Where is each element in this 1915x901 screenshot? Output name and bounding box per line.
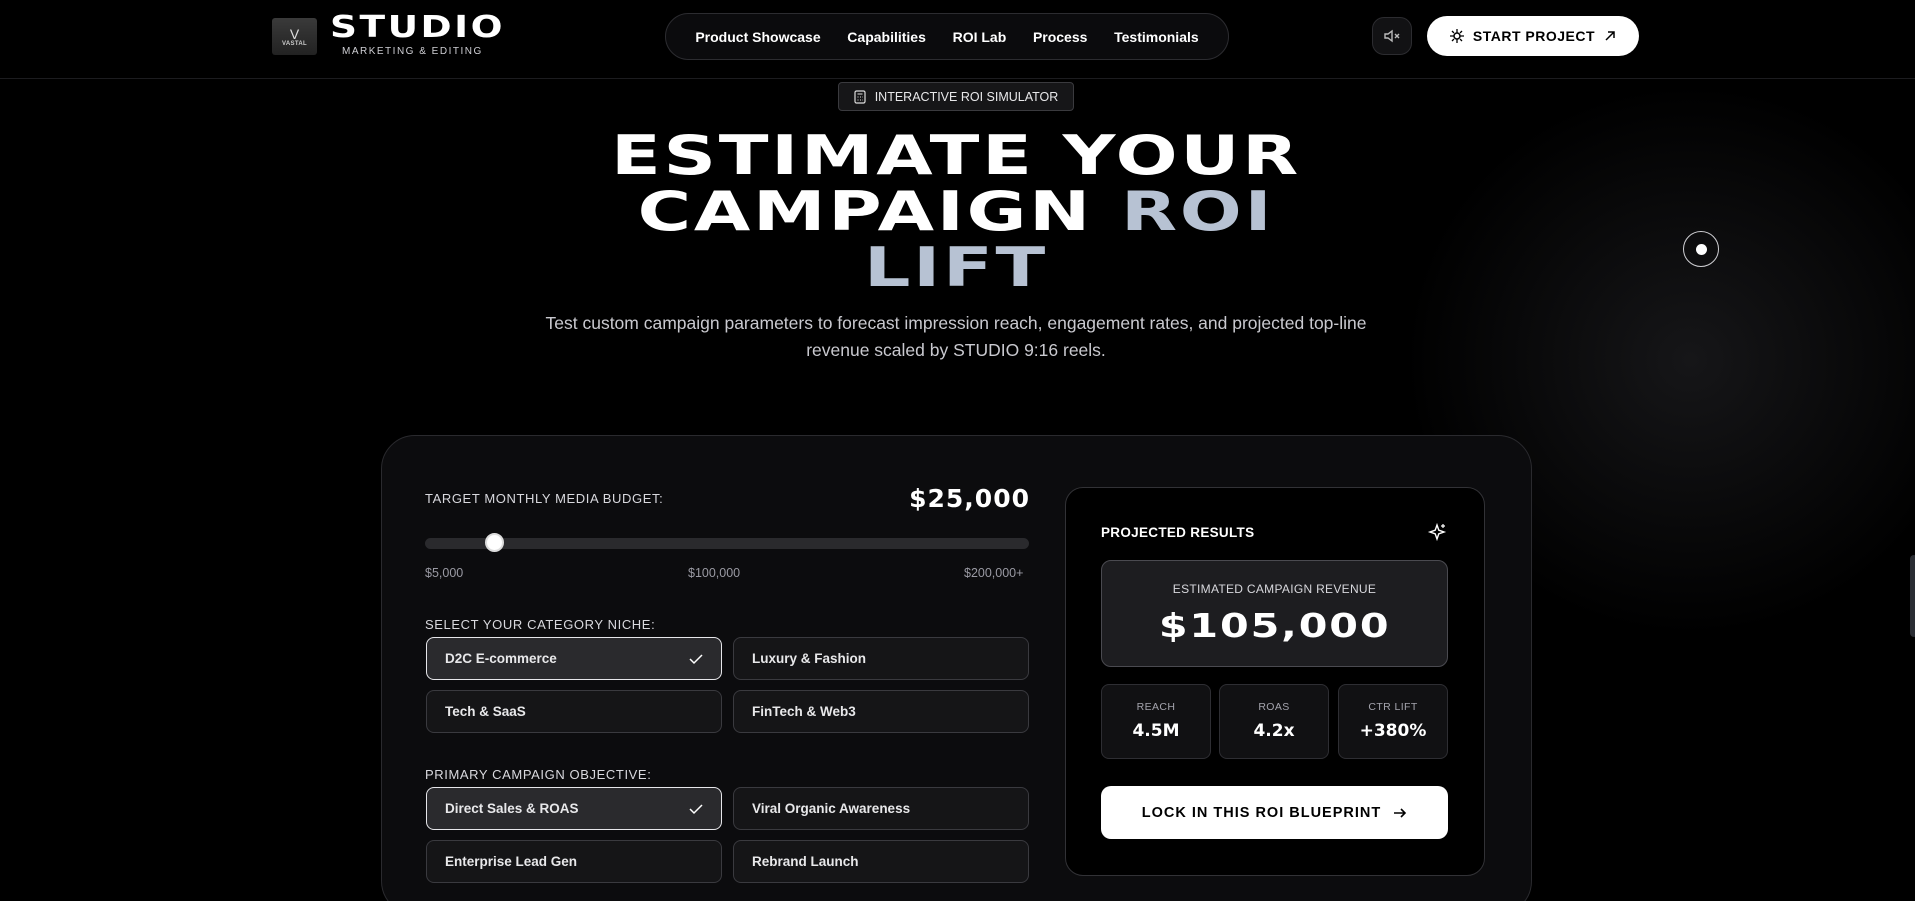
revenue-value: $105,000 — [1158, 606, 1391, 645]
slider-tick-max: $200,000+ — [964, 566, 1024, 580]
title-line-1: ESTIMATE YOUR — [611, 124, 1301, 187]
stat-ctr-lift: CTR LIFT +380% — [1338, 684, 1448, 759]
niche-option-fintech-web3[interactable]: FinTech & Web3 — [733, 690, 1029, 733]
nav-link-roi-lab[interactable]: ROI Lab — [953, 29, 1007, 45]
budget-label: TARGET MONTHLY MEDIA BUDGET: — [425, 491, 664, 506]
objective-option-viral-awareness[interactable]: Viral Organic Awareness — [733, 787, 1029, 830]
niche-option-luxury-fashion[interactable]: Luxury & Fashion — [733, 637, 1029, 680]
logo-mark: V — [289, 25, 300, 42]
niche-option-label: D2C E-commerce — [445, 651, 557, 666]
calculator-icon — [854, 89, 866, 104]
title-word-roi: ROI — [1120, 180, 1275, 243]
stat-value: 4.5M — [1132, 721, 1180, 741]
brand-tagline: MARKETING & EDITING — [342, 46, 483, 57]
page-title: ESTIMATE YOUR CAMPAIGN ROI LIFT — [400, 128, 1512, 296]
nav-link-testimonials[interactable]: Testimonials — [1114, 29, 1199, 45]
stat-reach: REACH 4.5M — [1101, 684, 1211, 759]
sparkle-icon — [1427, 522, 1447, 542]
stat-label: CTR LIFT — [1368, 701, 1418, 713]
roi-simulator-badge: INTERACTIVE ROI SIMULATOR — [838, 82, 1074, 111]
arrow-up-right-icon — [1605, 31, 1615, 41]
objective-option-label: Enterprise Lead Gen — [445, 854, 578, 869]
objective-option-label: Viral Organic Awareness — [752, 801, 911, 816]
logo-sub: VASTAL — [282, 40, 307, 47]
nav-link-capabilities[interactable]: Capabilities — [847, 29, 926, 45]
niche-option-tech-saas[interactable]: Tech & SaaS — [426, 690, 722, 733]
revenue-box: ESTIMATED CAMPAIGN REVENUE $105,000 — [1101, 560, 1448, 667]
niche-option-d2c-ecommerce[interactable]: D2C E-commerce — [426, 637, 722, 680]
stat-value: +380% — [1359, 721, 1427, 741]
stat-label: REACH — [1136, 701, 1176, 713]
objective-option-label: Direct Sales & ROAS — [445, 801, 579, 816]
niche-option-label: Luxury & Fashion — [752, 651, 867, 666]
side-edge-tab[interactable] — [1910, 555, 1915, 637]
lock-blueprint-button[interactable]: LOCK IN THIS ROI BLUEPRINT — [1101, 786, 1448, 839]
niche-option-label: FinTech & Web3 — [752, 704, 856, 719]
speaker-muted-icon — [1384, 29, 1400, 43]
stat-value: 4.2x — [1253, 721, 1295, 741]
nav-links: Product Showcase Capabilities ROI Lab Pr… — [665, 13, 1229, 60]
brand-name: STUDIO — [330, 10, 505, 45]
stat-label: ROAS — [1258, 701, 1290, 713]
brand-logo[interactable]: V VASTAL — [272, 18, 317, 55]
check-icon — [689, 653, 703, 664]
title-word-campaign: CAMPAIGN — [637, 180, 1093, 243]
results-title: PROJECTED RESULTS — [1101, 525, 1255, 540]
niche-option-label: Tech & SaaS — [445, 704, 526, 719]
objective-option-enterprise-lead-gen[interactable]: Enterprise Lead Gen — [426, 840, 722, 883]
niche-label: SELECT YOUR CATEGORY NICHE: — [425, 617, 656, 632]
objective-option-direct-sales[interactable]: Direct Sales & ROAS — [426, 787, 722, 830]
top-nav: V VASTAL STUDIO MARKETING & EDITING Prod… — [0, 0, 1915, 79]
title-line-2: CAMPAIGN ROI — [205, 184, 1706, 240]
title-line-3: LIFT — [864, 236, 1048, 299]
objective-option-label: Rebrand Launch — [752, 854, 859, 869]
slider-tick-min: $5,000 — [425, 566, 464, 580]
arrow-right-icon — [1394, 807, 1407, 818]
cursor-indicator — [1683, 231, 1719, 267]
slider-tick-mid: $100,000 — [688, 566, 741, 580]
nav-link-product-showcase[interactable]: Product Showcase — [695, 29, 820, 45]
badge-label: INTERACTIVE ROI SIMULATOR — [874, 89, 1059, 104]
budget-value: $25,000 — [909, 484, 1030, 513]
start-project-button[interactable]: START PROJECT — [1427, 16, 1639, 56]
check-icon — [689, 803, 703, 814]
objective-option-rebrand-launch[interactable]: Rebrand Launch — [733, 840, 1029, 883]
start-project-label: START PROJECT — [1472, 28, 1596, 44]
crosshair-icon — [1449, 29, 1464, 43]
page-subtitle: Test custom campaign parameters to forec… — [545, 313, 1367, 360]
budget-slider[interactable] — [425, 538, 1029, 549]
nav-link-process[interactable]: Process — [1033, 29, 1087, 45]
revenue-label: ESTIMATED CAMPAIGN REVENUE — [1172, 582, 1377, 596]
objective-label: PRIMARY CAMPAIGN OBJECTIVE: — [425, 767, 652, 782]
lock-blueprint-label: LOCK IN THIS ROI BLUEPRINT — [1141, 804, 1382, 821]
stat-roas: ROAS 4.2x — [1219, 684, 1329, 759]
mute-button[interactable] — [1372, 17, 1412, 55]
